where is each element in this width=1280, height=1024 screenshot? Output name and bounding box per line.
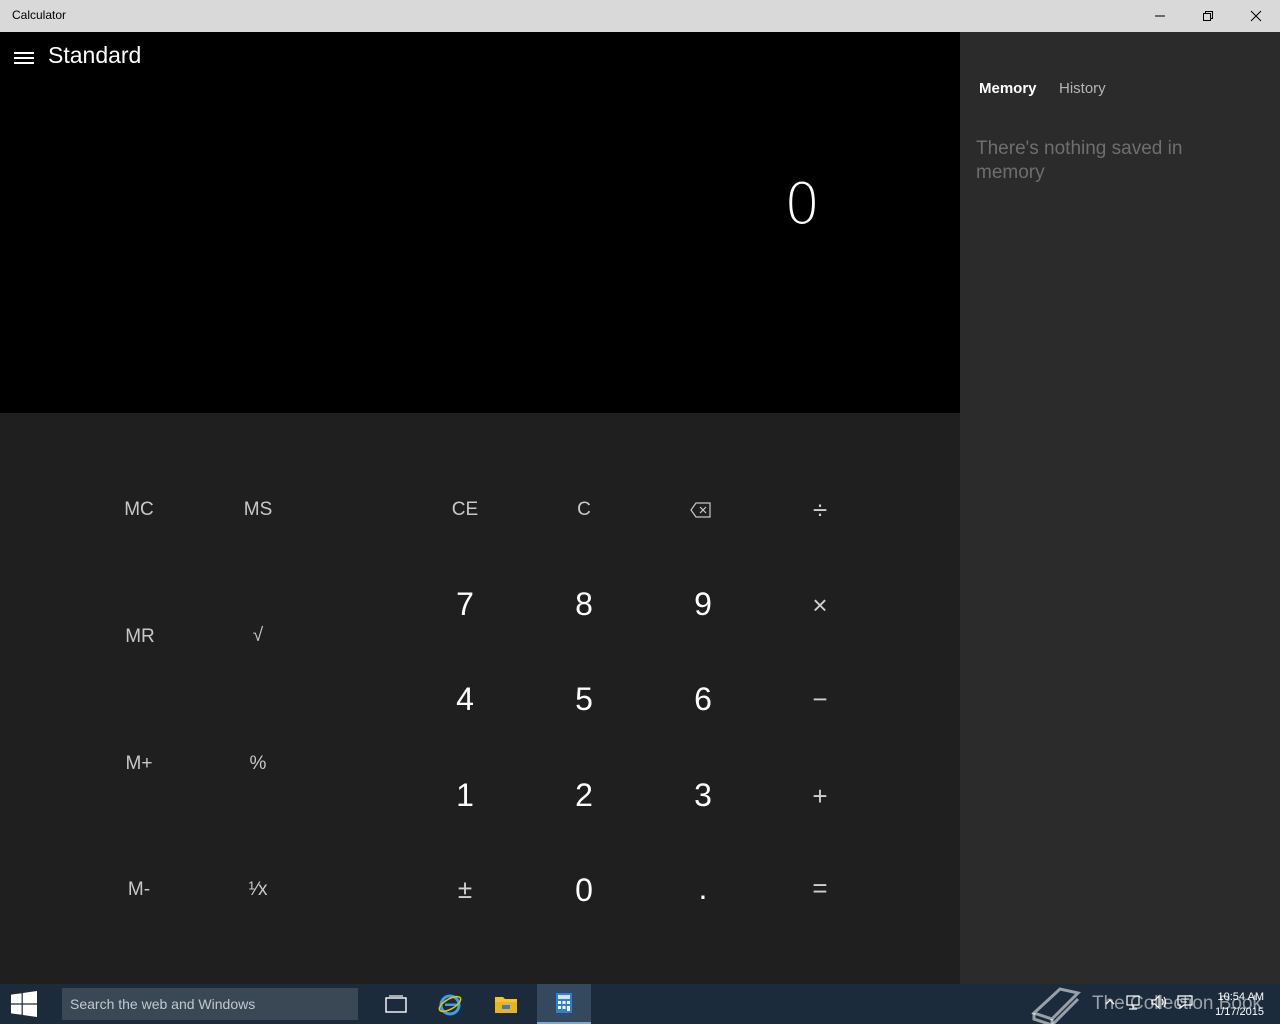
network-icon[interactable] — [1124, 994, 1142, 1010]
minimize-icon — [1155, 15, 1165, 17]
file-explorer-button[interactable] — [482, 984, 530, 1024]
two-button[interactable]: 2 — [534, 760, 634, 830]
negate-button[interactable]: ± — [415, 854, 515, 924]
title-bar: Calculator — [0, 0, 1280, 32]
task-view-icon — [385, 995, 407, 1013]
zero-button[interactable]: 0 — [534, 855, 634, 925]
taskbar-search-input[interactable]: Search the web and Windows — [62, 988, 358, 1020]
clock-time: 10:54 AM — [1217, 991, 1264, 1003]
sqrt-button[interactable]: √ — [208, 601, 308, 671]
volume-icon[interactable] — [1150, 994, 1168, 1010]
calculator-taskbar-button[interactable] — [537, 984, 591, 1024]
equals-button[interactable]: = — [770, 853, 870, 923]
result-display: 0 — [784, 172, 820, 237]
restore-button[interactable] — [1184, 0, 1232, 32]
percent-button[interactable]: % — [208, 729, 308, 799]
mr-button[interactable]: MR — [90, 602, 190, 672]
restore-icon — [1203, 11, 1213, 21]
taskbar: Search the web and Windows The Collectio… — [0, 984, 1280, 1024]
internet-explorer-icon — [438, 994, 462, 1016]
six-button[interactable]: 6 — [653, 664, 753, 734]
internet-explorer-button[interactable] — [426, 984, 474, 1024]
side-panel: Memory History There's nothing saved in … — [960, 32, 1280, 984]
decimal-button[interactable]: . — [653, 853, 753, 923]
windows-logo-icon — [11, 991, 37, 1017]
hamburger-menu-icon[interactable] — [14, 52, 34, 66]
mc-button[interactable]: MC — [89, 475, 189, 545]
memory-empty-message: There's nothing saved in memory — [976, 138, 1183, 183]
m-minus-button[interactable]: M- — [89, 855, 189, 925]
four-button[interactable]: 4 — [415, 664, 515, 734]
seven-button[interactable]: 7 — [415, 569, 515, 639]
keypad: MC MS MR √ M+ % M- ¹⁄x CE C ÷ 7 8 9 × 4 … — [0, 413, 960, 984]
minus-button[interactable]: − — [770, 664, 870, 734]
display-area: Standard 0 — [0, 32, 960, 413]
c-button[interactable]: C — [534, 475, 634, 545]
five-button[interactable]: 5 — [534, 664, 634, 734]
one-button[interactable]: 1 — [415, 760, 515, 830]
multiply-button[interactable]: × — [770, 570, 870, 640]
book-icon — [1031, 987, 1081, 1024]
tab-memory[interactable]: Memory — [979, 80, 1037, 97]
eight-button[interactable]: 8 — [534, 569, 634, 639]
ms-button[interactable]: MS — [208, 475, 308, 545]
minimize-button[interactable] — [1136, 0, 1184, 32]
taskbar-clock[interactable]: 10:54 AM 1/17/2015 — [1215, 990, 1264, 1020]
three-button[interactable]: 3 — [653, 760, 753, 830]
tab-history[interactable]: History — [1059, 80, 1106, 97]
m-plus-button[interactable]: M+ — [89, 729, 189, 799]
divide-button[interactable]: ÷ — [770, 475, 870, 545]
action-center-icon[interactable] — [1176, 994, 1194, 1010]
plus-button[interactable]: + — [770, 761, 870, 831]
backspace-button[interactable] — [651, 475, 751, 545]
task-view-button[interactable] — [372, 984, 420, 1024]
system-tray — [1104, 994, 1194, 1010]
show-hidden-icons-icon[interactable] — [1104, 994, 1116, 1010]
window-title: Calculator — [12, 8, 67, 22]
ce-button[interactable]: CE — [415, 475, 515, 545]
clock-date: 1/17/2015 — [1215, 1006, 1264, 1018]
close-button[interactable] — [1232, 0, 1280, 32]
calculator-icon — [556, 993, 572, 1013]
start-button[interactable] — [0, 984, 48, 1024]
reciprocal-button[interactable]: ¹⁄x — [208, 855, 308, 925]
backspace-icon — [690, 502, 711, 518]
folder-icon — [495, 997, 517, 1013]
nine-button[interactable]: 9 — [653, 569, 753, 639]
close-icon — [1250, 10, 1262, 22]
mode-title: Standard — [48, 42, 142, 68]
